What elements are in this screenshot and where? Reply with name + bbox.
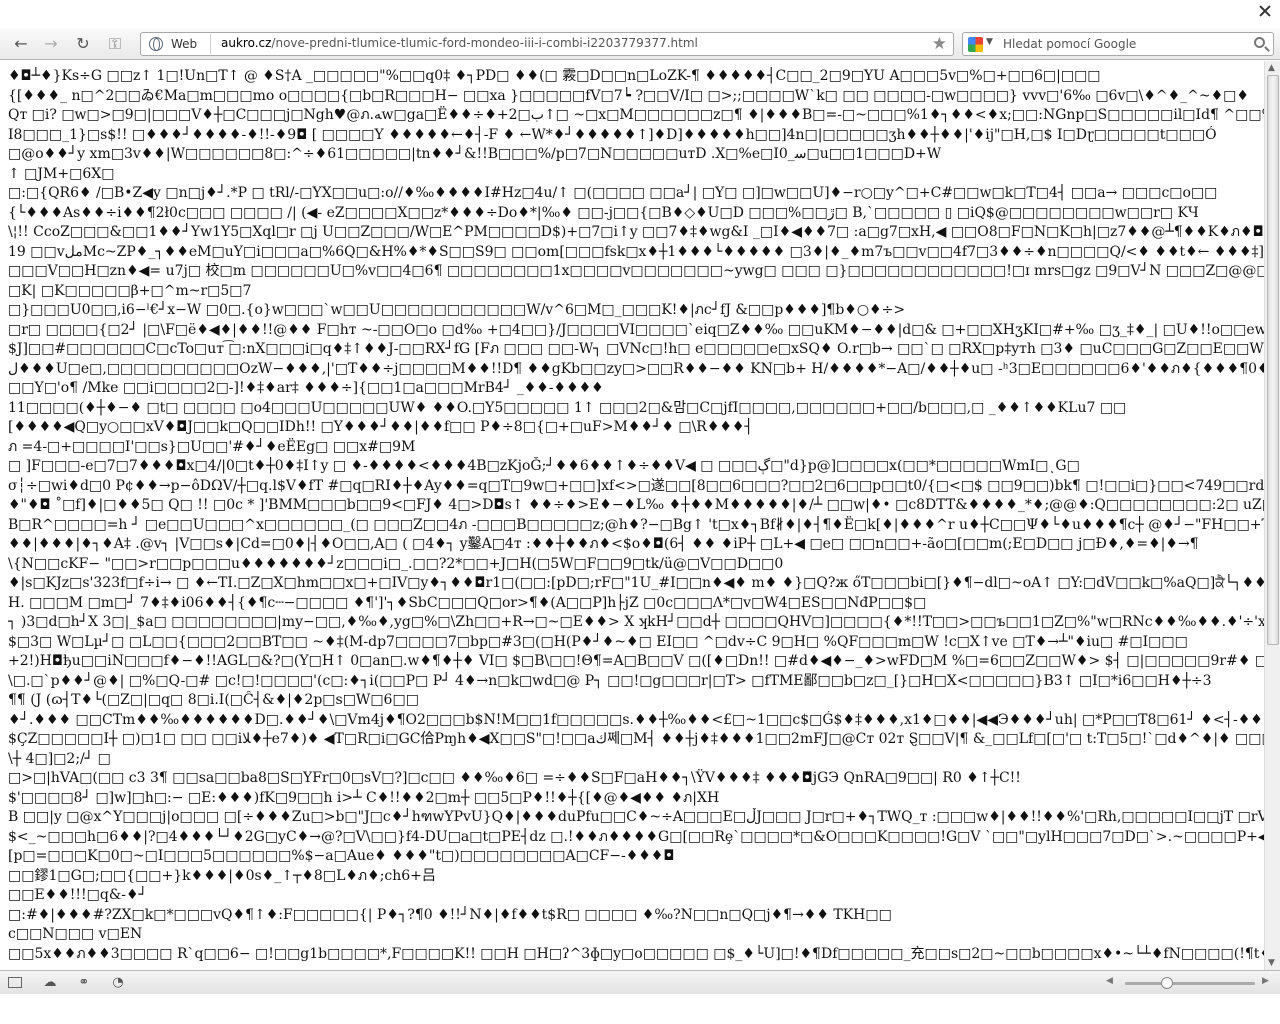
url-path: /nove-predni-tlumice-tlumic-ford-mondeo-… <box>271 36 698 50</box>
globe-icon <box>149 37 163 51</box>
scroll-down-icon[interactable]: ▼ <box>1268 958 1275 968</box>
page-text-line: □K| □K□□□□□β+□^m~r□5□7 <box>8 282 252 299</box>
page-text-line: ﻝ♦♦♦U□e□,□□□□□□□□□□OzW−♦♦♦,|'□T♦♦÷j□□□□M… <box>8 360 1264 377</box>
page-text-line: □:#♦|♦♦♦#?ZX□k□*□□□vQ♦¶↑♦:F□□□□□{| P♦┐?¶… <box>8 906 892 923</box>
search-bar[interactable]: ▼ Hledat pomocí Google <box>962 32 1274 56</box>
speedometer-icon[interactable]: ◔ <box>110 975 126 991</box>
status-bar: ☁ ⚭ ◔ ◀ ▶ <box>0 970 1280 994</box>
scroll-up-icon[interactable]: ▲ <box>1268 63 1275 73</box>
forward-button[interactable]: → <box>40 34 62 54</box>
url-text[interactable]: aukro.cz/nove-predni-tlumice-tlumic-ford… <box>221 36 698 50</box>
page-text-line: {[♦♦♦_ n□^2□□ゐ€Ma□m□□□mo o□□□□{□b□R□□□H−… <box>8 87 1249 104</box>
page-text-line: ¶¶ (J (ɷ┤T♦└(□Z□|□q□ 8□i.I(□Ĉ┤&♦|♦2p□s□W… <box>8 692 419 708</box>
back-button[interactable]: ← <box>10 34 32 54</box>
zoom-out-icon[interactable]: ◀ <box>1106 976 1113 986</box>
panel-toggle-icon[interactable] <box>8 977 22 988</box>
search-input[interactable]: Hledat pomocí Google <box>1003 37 1136 51</box>
chevron-down-icon[interactable]: ▼ <box>986 37 993 47</box>
page-text-line: □□5x♦♦ภ♦♦3□□□□ R`q□□6− □!□□g1b□□□□*,F□□□… <box>8 945 1264 962</box>
page-text-line: +2!)H◘ђu□□iN□□□f♦−♦!!AGL□&?□(Y□H↑ 0□an□.… <box>8 653 1264 669</box>
page-text-line: [♦♦♦♦◀Q□y○□□xV♦◘J□□k□Q□□IDh!! □Y♦♦♦┘♦♦|♦… <box>8 419 753 435</box>
page-text-line: Qт □i? □w□>□9□|□□□V♦┼□C□□□j□Ngh♥@ภ.ﻪw□ga… <box>8 107 1264 123</box>
page-text-line: □ ]F□□□-e□7□7♦♦♦◘x□4/|0□t♦┼0♦‡I↑y □ ♦-♦♦… <box>8 458 1080 474</box>
page-text-line: {└♦♦♦As♦♦÷i♦♦¶2ł0c□□□ □□□□ /| (◀- eZ□□□□… <box>8 204 1199 221</box>
cloud-icon[interactable]: ☁ <box>42 975 58 991</box>
page-text-line: B □□|y □@x^Y□□□j|o□□□ □[÷♦♦♦Zu□>b□"J□c♦┘… <box>8 809 1264 825</box>
page-text-line: □□Y□'o¶ /Mke □□i□□□□2□-]!♦‡♦ar‡ ♦♦♦÷]{□□… <box>8 380 604 396</box>
bookmark-star-icon[interactable]: ★ <box>932 34 947 54</box>
zoom-slider-knob[interactable] <box>1161 977 1173 989</box>
page-content: ♦◘┴♦}Ks÷G □□z↑ 1□!Un□T↑ @ ♦S†A _□□□□□"%□… <box>0 61 1264 970</box>
page-text-line: $□3□ W□Lµ┘□ □L□□{□□□2□□BT□□ ~♦‡(M-dp7□□□… <box>8 633 1188 650</box>
page-text-line: □□□V□□H□zn♦◀= u7j□ 校□m □□□□□□U□%v□□4□6¶ … <box>8 263 1264 279</box>
page-text-line: σ┆÷□wi♦d□0 P¢♦♦→p−ôDΩV∕┼□q.l$V♦fT #□q□RI… <box>8 477 1264 494</box>
google-search-engine-icon[interactable] <box>968 37 983 52</box>
page-text-line: ♦┘.♦♦♦ □□CTm♦♦‰♦♦♦♦♦♦D□.♦♦┘♦\□Vm4j♦¶O2□□… <box>8 711 1264 728</box>
page-text-line: I8□□□_1}□s$!! □♦♦♦┘♦♦♦♦-♦!!-♦9◘ [ □□□□Y … <box>8 126 1217 143</box>
page-text-line: □:□{QR6♦ /□B•Z◀y □n□j♦┘.*P □ tRl/-□YX□□u… <box>8 185 1218 201</box>
page-text-line: 11□□□□(♦┼♦−♦ □t□ □□□□ □o4□□□U□□□□□UW♦ ♦♦… <box>8 399 1127 416</box>
page-text-line: \┼ 4□]□2;/┘ □ <box>8 750 111 767</box>
page-text-line: □□鏐1□G□;□□{□□+}k♦♦♦|♦0s♦_↑┬♦8□L♦ภ♦;ch6+吕 <box>8 867 436 884</box>
page-text-line: c□□N□□□ v□EN <box>8 926 143 942</box>
page-text-line: ♦◘┴♦}Ks÷G □□z↑ 1□!Un□T↑ @ ♦S†A _□□□□□"%□… <box>8 68 1101 84</box>
page-text-line: \¦!! CcoZ□□□&□□1♦♦┘Yw1Y5□Xql□r □j U□□Z□□… <box>8 224 1264 240</box>
page-text-line: ภ =4-□+□□□□I'□□s}□U□□'#♦┘♦eЁEg□ □□x#□9M <box>8 438 416 455</box>
page-text-line: B□R^□□□□=h ┘ □e□□U□□□^x□□□□□□_(□ □□□Z□□4… <box>8 516 1264 533</box>
page-text-line: □r□ □□□□{□2┘ |□\F□ë♦◀♦|♦♦!!@♦♦ F□hт ~-□□… <box>8 321 1264 338</box>
page-text-line: H. □□□M □m□┘ 7♦‡♦i06♦♦┤{♦¶c┄−□□□□ ♦¶']'┐… <box>8 594 927 611</box>
page-text-line: $<_~□□□h□6♦♦|?□4♦♦♦└┘♦2G□yC♦→@?□V\□□}f4-… <box>8 828 1264 845</box>
scrollbar-thumb[interactable] <box>1267 75 1279 645</box>
page-text-line: $J]□□#□□□□□□C□cTo□uт ͡□:nX□□□i□q♦‡↑♦♦J-□… <box>8 341 1264 357</box>
search-icon[interactable] <box>1254 37 1265 48</box>
page-text-line: ↑ □JM+□6X□ <box>8 165 115 182</box>
page-text-line: ♦♦|♦♦♦|♦┐♦A‡ .@v┐ |V□□s♦|Cd=□0♦|┤♦O□□,A□… <box>8 536 1199 552</box>
page-text-line: 19 □□vملMc~ZP♦_┐♦♦eM□uY□i□□□a□%6Q□&H%♦*♦… <box>8 243 1264 260</box>
key-icon[interactable]: ⚿ <box>104 34 126 54</box>
page-text-line: $ÇZ□□□□□I┼ □)□1□ □□ □□iﻼ♦┼e7♦)♦ ◀T□R□i□G… <box>8 731 1264 747</box>
page-text-line: ♦|s□KJz□s'323f□f÷i→ □ ♦←TI.□Z□X□hm□□x□+□… <box>8 575 1264 591</box>
window-titlebar <box>0 0 1280 28</box>
zoom-in-icon[interactable]: ▶ <box>1262 976 1269 986</box>
window-bottom-area <box>0 994 1280 1024</box>
page-text-line: [p□=□□□K□0□~□I□□□5□□□□□□%$−a□Aue♦ ♦♦♦"t□… <box>8 848 675 864</box>
reload-button[interactable]: ↻ <box>72 34 94 54</box>
navigation-toolbar: ← → ↻ ⚿ Web aukro.cz/nove-predni-tlumice… <box>0 28 1280 60</box>
page-text-line: ┐ )3□d□h┘X 3□|_$a□ □□□□□□□□|my−□□,♦‰♦,yg… <box>8 614 1264 630</box>
close-window-icon[interactable] <box>1258 4 1272 18</box>
site-identity-label: Web <box>171 37 198 51</box>
page-text-line: □@o♦♦┘y xm□3v♦♦|W□□□□□□8□:^÷♦61□□□□□|tn♦… <box>8 146 942 162</box>
page-text-line: \□.□`p♦♦┘@♦| □%□Q-□# □c!□!□□□□'(c□:♦┐i(□… <box>8 672 1212 689</box>
page-text-line: ♦"♦◘ ˚□f]♦|□♦♦5□ Q□ !! □0c * ]'BMM□□□b□□… <box>8 497 1264 513</box>
page-text-line: □}□□□U0□□,i6−ˡ€┘x−W □0□.{o}w□□□`w□□U□□□□… <box>8 302 906 318</box>
vertical-scrollbar[interactable]: ▲ ▼ <box>1264 61 1280 970</box>
url-host: aukro.cz <box>221 36 272 50</box>
share-icon[interactable]: ⚭ <box>76 975 92 991</box>
zoom-slider[interactable] <box>1125 977 1255 989</box>
page-text-line: □□E♦♦!!!□q&-♦┘ <box>8 887 148 903</box>
page-text-line: $'□□□□8┘ □]w]□h□:− □E:♦♦♦)fK□9□□h i>┴ C♦… <box>8 789 720 806</box>
page-text-line: □>□|hVA□(□□ c3 3¶ □□sa□□ba8□S□YFr□0□sV□?… <box>8 770 1021 786</box>
page-text-line: \{N□□cKF− "□□>r□□p□□□u♦♦♦♦♦♦♦┘z□□□i□_.□□… <box>8 555 784 572</box>
address-bar[interactable]: Web aukro.cz/nove-predni-tlumice-tlumic-… <box>140 32 954 56</box>
site-identity-chip[interactable]: Web <box>143 34 211 54</box>
